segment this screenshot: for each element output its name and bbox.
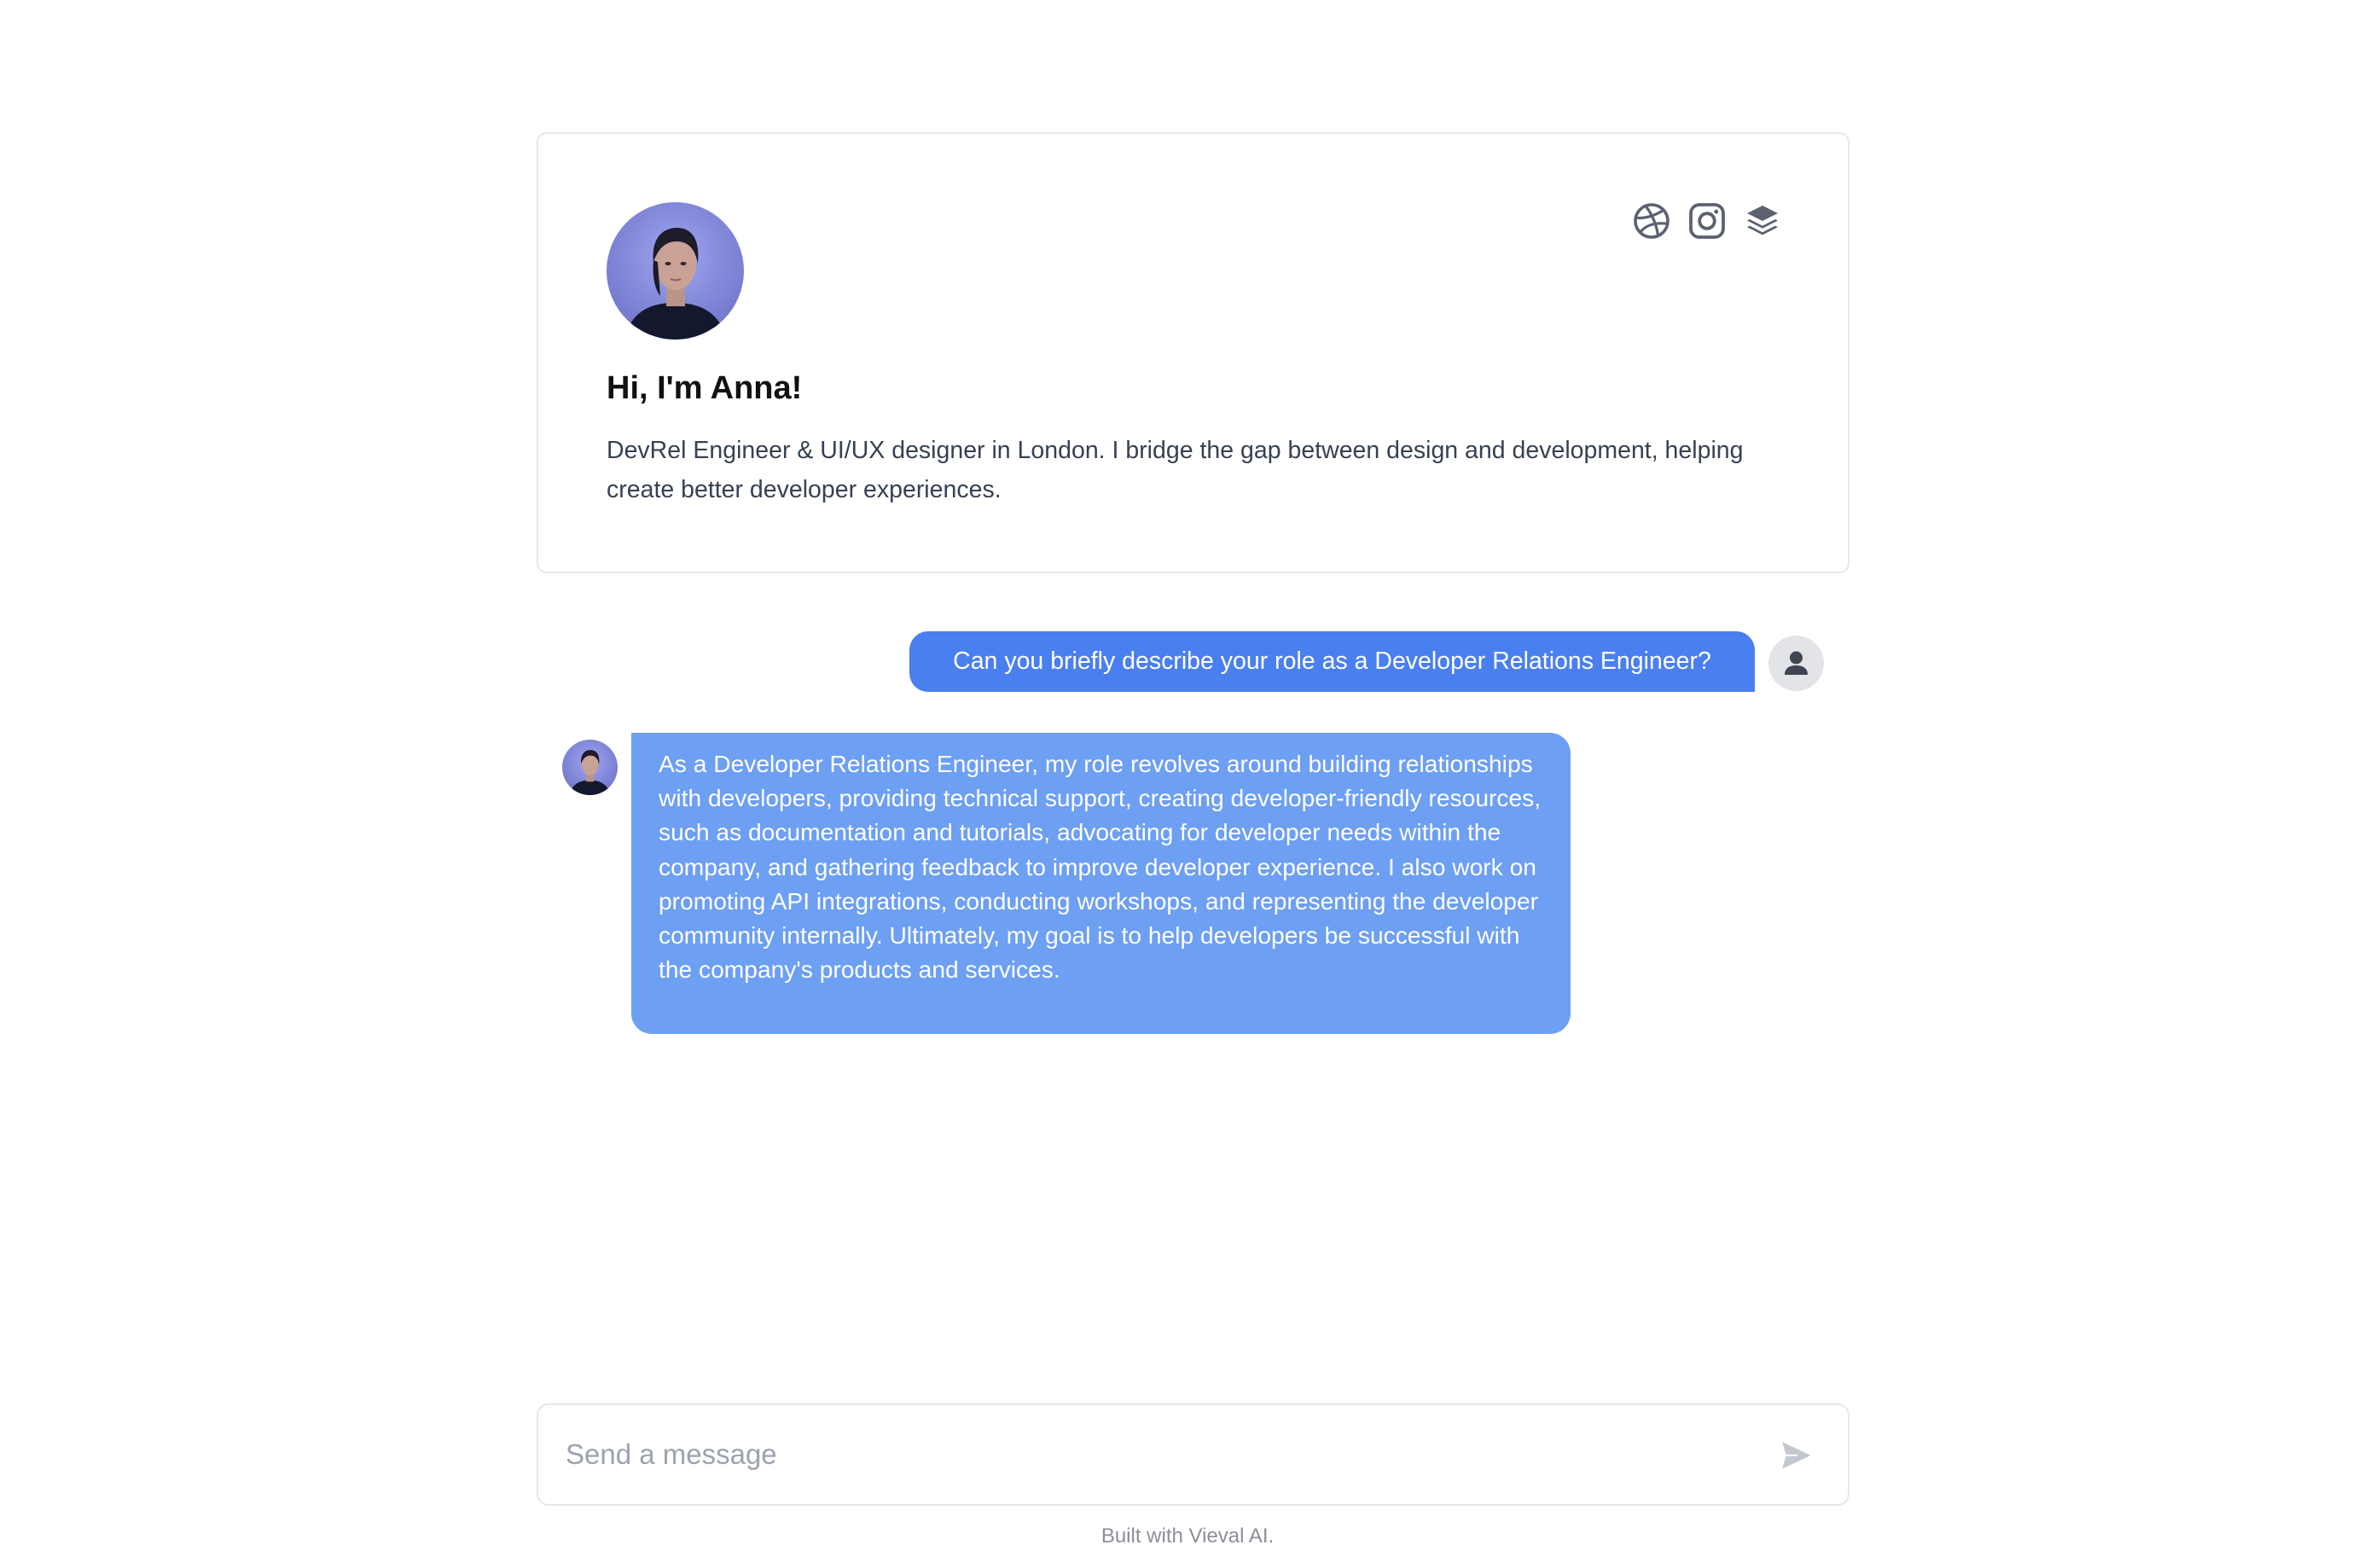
message-input[interactable] — [566, 1405, 1743, 1504]
bot-message-bubble: As a Developer Relations Engineer, my ro… — [631, 733, 1571, 1034]
bot-avatar — [562, 740, 618, 795]
profile-avatar — [607, 202, 744, 340]
footer-credit: Built with Vieval AI. — [1100, 1524, 1275, 1548]
instagram-icon[interactable] — [1687, 200, 1728, 241]
chat-page: Hi, I'm Anna! DevRel Engineer & UI/UX de… — [0, 0, 2375, 1568]
user-icon — [1785, 651, 1808, 675]
user-avatar — [1768, 636, 1824, 691]
layers-icon[interactable] — [1742, 200, 1783, 241]
social-links — [1631, 200, 1783, 241]
profile-greeting: Hi, I'm Anna! — [607, 370, 803, 406]
profile-card: Hi, I'm Anna! DevRel Engineer & UI/UX de… — [537, 132, 1849, 573]
bot-avatar-photo — [562, 740, 618, 795]
profile-bio: DevRel Engineer & UI/UX designer in Lond… — [607, 437, 1744, 503]
message-composer — [537, 1403, 1849, 1506]
dribbble-icon[interactable] — [1631, 200, 1672, 241]
profile-photo — [607, 202, 744, 340]
user-message-bubble: Can you briefly describe your role as a … — [909, 631, 1755, 692]
send-button[interactable] — [1778, 1437, 1814, 1473]
